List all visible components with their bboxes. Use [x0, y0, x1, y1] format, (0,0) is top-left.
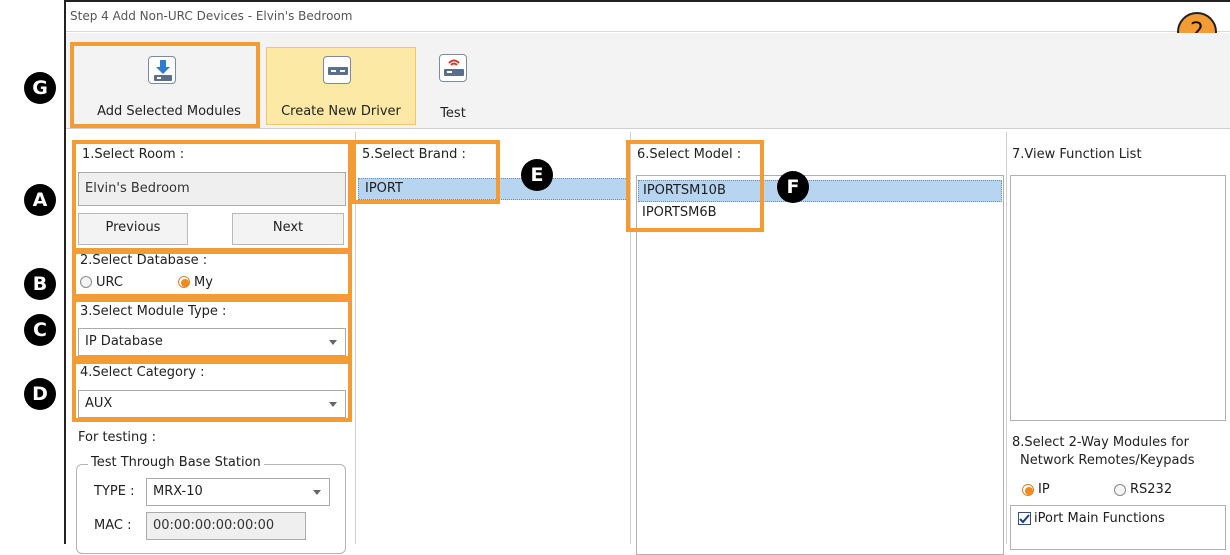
brand-list[interactable]: [358, 174, 628, 554]
chevron-down-icon: [313, 490, 321, 495]
view-function-list-title: 7.View Function List: [1012, 147, 1142, 162]
function-list[interactable]: [1010, 175, 1226, 421]
mac-label: MAC :: [94, 518, 132, 533]
create-new-driver-label: Create New Driver: [281, 104, 401, 119]
two-way-radio-rs232-label: RS232: [1130, 482, 1173, 497]
mac-field[interactable]: 00:00:00:00:00:00: [146, 512, 306, 540]
two-way-modules-title-line1: 8.Select 2-Way Modules for: [1012, 435, 1189, 450]
two-way-module-item-label: iPort Main Functions: [1034, 511, 1165, 526]
callout-box-f: [626, 140, 764, 232]
column-divider: [1006, 132, 1007, 544]
test-button[interactable]: Test: [425, 50, 481, 124]
device-icon: [323, 56, 351, 84]
callout-box-b: [72, 250, 352, 298]
callout-box-c: [72, 298, 352, 360]
marker-d: D: [24, 378, 56, 410]
type-select[interactable]: MRX-10: [146, 478, 330, 506]
type-label: TYPE :: [94, 484, 135, 499]
callout-box-e: [352, 140, 500, 204]
model-list[interactable]: [636, 175, 1004, 555]
marker-e: E: [521, 159, 553, 191]
two-way-modules-title-line2: Network Remotes/Keypads: [1020, 453, 1195, 468]
callout-box-g: [70, 42, 260, 128]
test-station-group-label: Test Through Base Station: [88, 455, 264, 470]
type-value: MRX-10: [153, 484, 203, 499]
window-title: Step 4 Add Non-URC Devices - Elvin's Bed…: [70, 9, 353, 23]
callout-box-a: [72, 140, 352, 252]
checkbox-checked-icon[interactable]: [1018, 512, 1031, 525]
two-way-radio-ip[interactable]: [1022, 484, 1034, 496]
marker-g: G: [24, 72, 56, 104]
two-way-radio-ip-label: IP: [1038, 482, 1050, 497]
wireless-device-icon: [439, 54, 467, 82]
for-testing-title: For testing :: [78, 430, 157, 445]
two-way-radio-rs232[interactable]: [1114, 484, 1126, 496]
marker-b: B: [24, 268, 56, 300]
callout-box-d: [72, 360, 352, 422]
marker-a: A: [24, 184, 56, 216]
marker-f: F: [777, 171, 809, 203]
test-label: Test: [440, 106, 466, 121]
marker-c: C: [24, 314, 56, 346]
